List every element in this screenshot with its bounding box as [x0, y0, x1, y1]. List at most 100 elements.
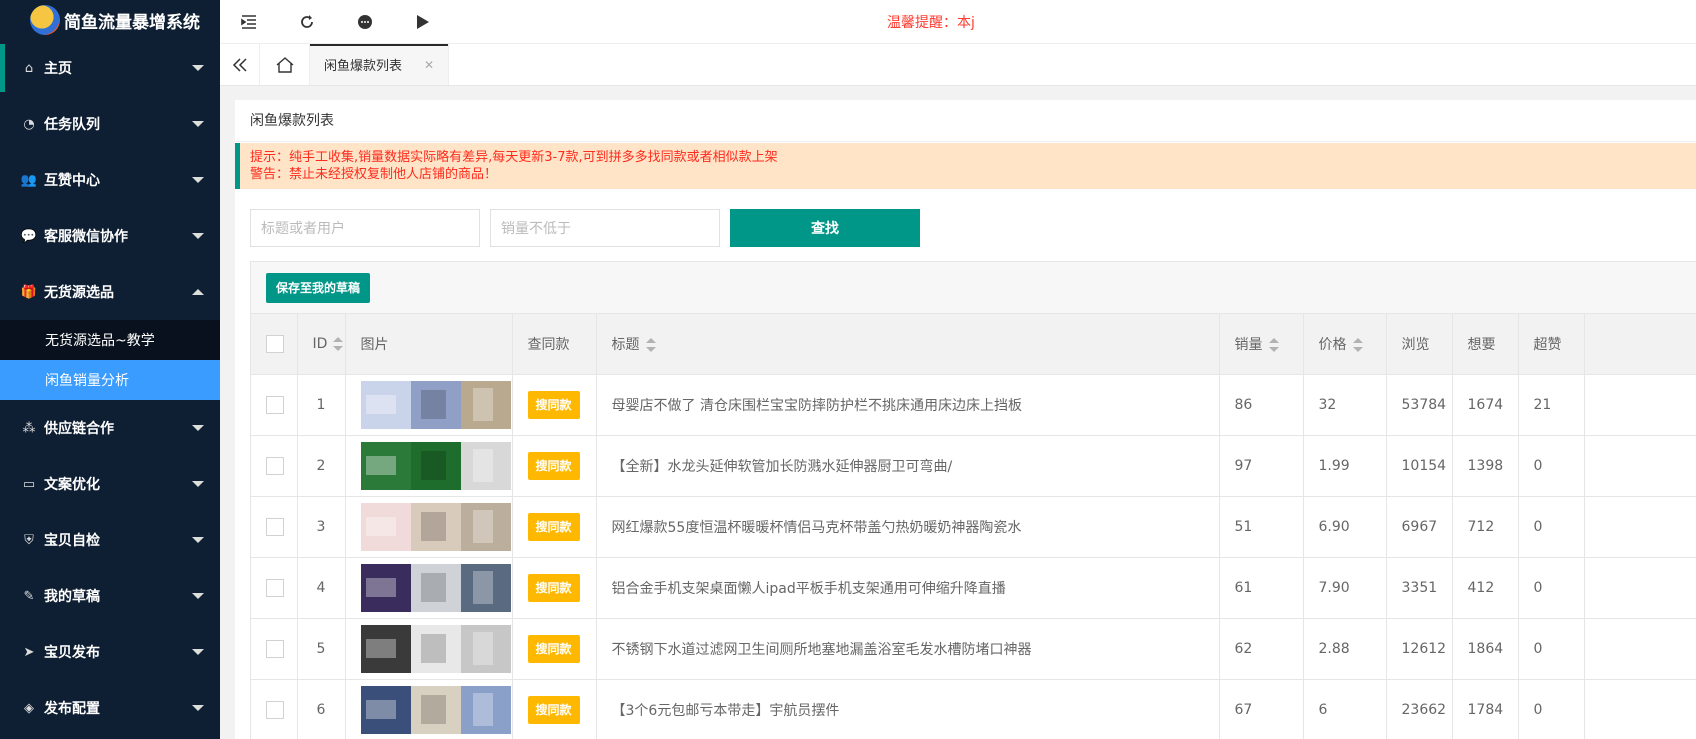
find-same-button[interactable]: 搜同款 [527, 573, 580, 602]
tab-home[interactable] [260, 44, 310, 85]
sidebar-item-label: 供应链合作 [44, 421, 114, 437]
sidebar-item-drafts[interactable]: ✎ 我的草稿 [0, 568, 220, 624]
notice-text: 温馨提醒：本j [887, 15, 975, 31]
app-logo[interactable]: 简鱼流量暴增系统 [0, 0, 220, 40]
sort-icon[interactable] [1268, 337, 1279, 352]
chevron-down-icon [192, 705, 204, 711]
play-icon [417, 14, 429, 29]
cell-price: 6 [1303, 679, 1387, 739]
product-thumbnails[interactable] [360, 563, 511, 612]
cell-image [345, 679, 513, 739]
close-icon[interactable]: ✕ [424, 58, 434, 72]
column-header-label: ID [312, 335, 328, 352]
column-header-same: 查同款 [512, 314, 597, 375]
row-checkbox[interactable] [266, 639, 284, 658]
row-checkbox[interactable] [266, 578, 284, 597]
sidebar-item-supply-chain[interactable]: ⁂ 供应链合作 [0, 400, 220, 456]
table-row: 1 搜同款 母婴店不做了 清仓床围栏宝宝防摔防护栏不挑床通用床边床上挡板 86 32 53… [251, 374, 1696, 436]
table-row: 6 搜同款 【3个6元包邮亏本带走】宇航员摆件 67 6 23662 1784 0 [251, 679, 1696, 739]
column-header-title[interactable]: 标题 [596, 314, 1220, 375]
cell-price: 6.90 [1303, 496, 1387, 558]
sort-icon[interactable] [1352, 337, 1363, 352]
row-select-cell [251, 374, 298, 436]
cell-extra [1584, 435, 1696, 497]
chevron-down-icon [192, 593, 204, 599]
product-thumbnails[interactable] [360, 685, 511, 734]
column-header-price[interactable]: 价格 [1303, 314, 1387, 375]
sidebar-item-publish-config[interactable]: ◈ 发布配置 [0, 680, 220, 736]
find-same-button[interactable]: 搜同款 [527, 634, 580, 663]
find-same-button[interactable]: 搜同款 [527, 390, 580, 419]
sidebar-item-task-queue[interactable]: ◔ 任务队列 [0, 96, 220, 152]
product-image [460, 563, 511, 612]
product-thumbnails[interactable] [360, 624, 511, 673]
sidebar-item-home[interactable]: ⌂ 主页 [0, 40, 220, 96]
refresh-button[interactable] [278, 0, 336, 44]
refresh-icon [301, 14, 313, 28]
search-button[interactable]: 查找 [730, 209, 920, 247]
sidebar-subitem-tutorial[interactable]: 无货源选品~教学 [0, 320, 220, 360]
sidebar-item-copywriting[interactable]: ▭ 文案优化 [0, 456, 220, 512]
select-all-checkbox[interactable] [266, 334, 284, 353]
column-header-label: 销量 [1234, 336, 1263, 353]
product-thumbnails[interactable] [360, 502, 511, 551]
sidebar-item-self-check[interactable]: ⛨ 宝贝自检 [0, 512, 220, 568]
logo-icon [30, 5, 60, 35]
sidebar-item-mutual-like[interactable]: 👥 互赞中心 [0, 152, 220, 208]
cell-views: 53784 [1386, 374, 1453, 436]
tab-hot-list[interactable]: 闲鱼爆款列表 ✕ [310, 44, 450, 85]
tab-scroll-left-button[interactable] [220, 44, 260, 85]
cell-price: 1.99 [1303, 435, 1387, 497]
tab-bar: 闲鱼爆款列表 ✕ [220, 44, 1696, 86]
sidebar-item-publish[interactable]: ➤ 宝贝发布 [0, 624, 220, 680]
cell-id: 2 [297, 435, 346, 497]
sort-icon[interactable] [333, 336, 344, 351]
column-header-id[interactable]: ID [297, 314, 346, 375]
cell-likes: 0 [1518, 679, 1585, 739]
row-checkbox[interactable] [266, 517, 284, 536]
product-image [360, 441, 411, 490]
sidebar-item-no-source[interactable]: 🎁 无货源选品 [0, 264, 220, 320]
cell-title: 【全新】水龙头延伸软管加长防溅水延伸器厨卫可弯曲/ [596, 435, 1220, 497]
product-table: ID 图片 查同款 标题 销量 价格 浏览 想要 超赞 1 搜同款 母婴店不做了 清… [251, 314, 1696, 739]
column-header-views: 浏览 [1386, 314, 1453, 375]
min-sales-input[interactable] [490, 209, 720, 247]
cell-image [345, 618, 513, 680]
cell-views: 6967 [1386, 496, 1453, 558]
cell-sales: 97 [1219, 435, 1304, 497]
sidebar-item-label: 文案优化 [44, 477, 100, 493]
column-header-sales[interactable]: 销量 [1219, 314, 1304, 375]
title-search-input[interactable] [250, 209, 480, 247]
tip-box: 提示：纯手工收集,销量数据实际略有差异,每天更新3-7款,可到拼多多找同款或者相… [235, 143, 1696, 189]
edit-icon: ✎ [23, 588, 35, 604]
cell-id: 4 [297, 557, 346, 619]
sidebar-item-label: 主页 [44, 61, 72, 77]
find-same-button[interactable]: 搜同款 [527, 451, 580, 480]
sidebar-item-wechat[interactable]: 💬 客服微信协作 [0, 208, 220, 264]
row-checkbox[interactable] [266, 456, 284, 475]
find-same-button[interactable]: 搜同款 [527, 695, 580, 724]
row-checkbox[interactable] [266, 395, 284, 414]
cell-extra [1584, 618, 1696, 680]
gauge-icon: ◔ [23, 116, 35, 132]
message-button[interactable] [336, 0, 394, 44]
cell-extra [1584, 557, 1696, 619]
cell-same: 搜同款 [512, 679, 597, 739]
row-checkbox[interactable] [266, 700, 284, 719]
sidebar-subitem-sales-analysis[interactable]: 闲鱼销量分析 [0, 360, 220, 400]
collapse-menu-button[interactable] [220, 0, 278, 44]
product-thumbnails[interactable] [360, 380, 511, 429]
save-to-drafts-button[interactable]: 保存至我的草稿 [266, 272, 371, 303]
cell-likes: 21 [1518, 374, 1585, 436]
product-thumbnails[interactable] [360, 441, 511, 490]
table-body: 1 搜同款 母婴店不做了 清仓床围栏宝宝防摔防护栏不挑床通用床边床上挡板 86 32 53… [251, 374, 1696, 739]
sort-icon[interactable] [645, 337, 656, 352]
cell-views: 3351 [1386, 557, 1453, 619]
cell-title: 铝合金手机支架桌面懒人ipad平板手机支架通用可伸缩升降直播 [596, 557, 1220, 619]
cell-sales: 86 [1219, 374, 1304, 436]
table-row: 3 搜同款 网红爆款55度恒温杯暖暖杯情侣马克杯带盖勺热奶暖奶神器陶瓷水 51 6.90… [251, 496, 1696, 558]
play-button[interactable] [394, 0, 452, 44]
table-row: 2 搜同款 【全新】水龙头延伸软管加长防溅水延伸器厨卫可弯曲/97 1.99 10154… [251, 435, 1696, 497]
search-form: 查找 [235, 189, 1696, 261]
find-same-button[interactable]: 搜同款 [527, 512, 580, 541]
